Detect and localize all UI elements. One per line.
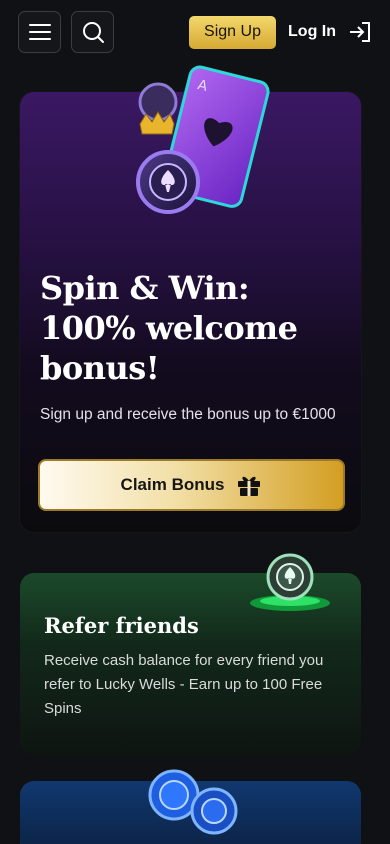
sign-up-button[interactable]: Sign Up	[189, 15, 277, 49]
top-header: Sign Up Log In	[0, 0, 390, 64]
green-chip-illustration	[250, 553, 330, 611]
welcome-bonus-card[interactable]: A Spin & Win: 100% welcome bonus! Sign u…	[20, 65, 361, 532]
claim-bonus-button[interactable]: Claim Bonus	[38, 459, 345, 511]
hero-title-line-2: 100% welcome	[40, 309, 298, 347]
hero-title: Spin & Win: 100% welcome bonus!	[40, 268, 340, 388]
search-button[interactable]	[71, 11, 114, 53]
log-in-label: Log In	[288, 23, 336, 40]
refer-friends-card[interactable]: Refer friends Receive cash balance for e…	[20, 553, 361, 755]
claim-bonus-label: Claim Bonus	[120, 475, 225, 494]
gift-icon	[238, 476, 261, 496]
refer-friends-description: Receive cash balance for every friend yo…	[44, 652, 324, 717]
hero-subtitle: Sign up and receive the bonus up to €100…	[40, 406, 336, 423]
refer-friends-title: Refer friends	[44, 613, 199, 638]
log-in-button[interactable]: Log In	[288, 21, 372, 43]
search-icon	[82, 22, 104, 43]
hero-title-line-3: bonus!	[40, 349, 160, 387]
hamburger-menu-icon	[28, 24, 51, 40]
menu-button[interactable]	[18, 11, 61, 53]
casino-cards-chips-illustration: A	[136, 65, 270, 214]
login-arrow-icon	[350, 22, 370, 42]
promo-card[interactable]	[20, 769, 361, 844]
blue-coins-illustration	[148, 769, 238, 835]
hero-title-line-1: Spin & Win:	[40, 269, 250, 307]
sign-up-label: Sign Up	[204, 23, 261, 40]
